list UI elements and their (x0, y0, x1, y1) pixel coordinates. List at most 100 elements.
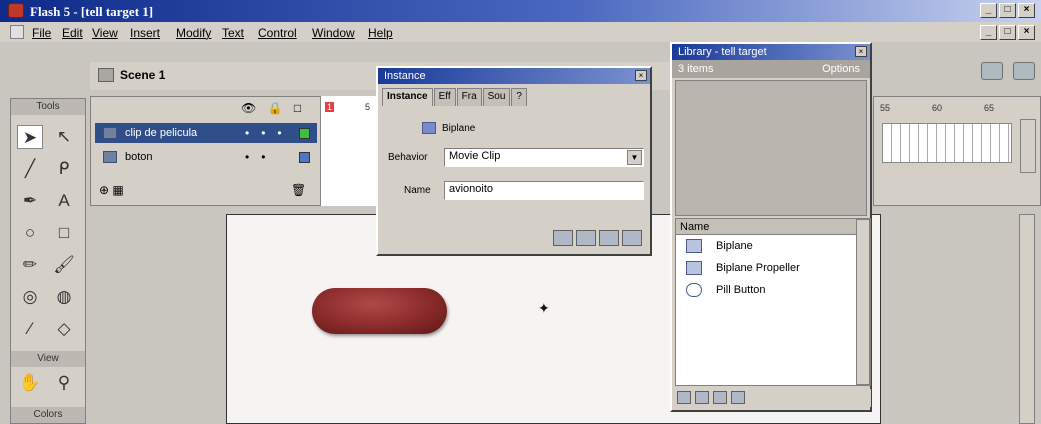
ruler-label: 5 (365, 102, 371, 112)
eraser-tool-icon[interactable]: ◇ (51, 317, 77, 341)
new-symbol-icon[interactable] (677, 391, 691, 404)
delete-layer-icon[interactable]: 🗑 (291, 183, 306, 197)
item-count: 3 items (678, 63, 714, 75)
lasso-tool-icon[interactable]: ᑭ (51, 157, 77, 181)
new-folder-icon[interactable] (695, 391, 709, 404)
dropper-tool-icon[interactable]: ⁄ (17, 317, 43, 341)
close-icon[interactable]: × (855, 46, 867, 57)
tab-effect[interactable]: Eff (433, 88, 456, 106)
library-preview (675, 80, 867, 216)
add-layer-icon[interactable]: ⊕ ▦ (99, 183, 124, 197)
menu-modify[interactable]: Modify (176, 26, 211, 40)
layer-toggles[interactable]: •• (245, 150, 277, 164)
layer-color-swatch[interactable] (299, 152, 310, 163)
library-panel: Library - tell target × 3 items Options … (670, 42, 872, 412)
layer-visibility-icons[interactable]: 👁 🔒 □ (241, 101, 305, 115)
playhead[interactable]: 1 (325, 102, 335, 112)
arrow-tool-icon[interactable]: ➤ (17, 125, 43, 149)
menu-text[interactable]: Text (222, 26, 244, 40)
layer-icon (103, 127, 117, 139)
edit-actions-icon[interactable] (576, 230, 596, 246)
subselect-tool-icon[interactable]: ↖ (51, 125, 77, 149)
rectangle-tool-icon[interactable]: □ (51, 221, 77, 245)
tools-header: Tools (11, 99, 85, 115)
timeline-scrollbar[interactable] (1020, 119, 1036, 173)
edit-symbols-icon[interactable] (981, 62, 1003, 80)
close-icon[interactable]: × (635, 70, 647, 81)
menu-bar: File Edit View Insert Modify Text Contro… (0, 22, 1041, 42)
minimize-button[interactable]: _ (980, 3, 997, 18)
doc-close-button[interactable]: × (1018, 25, 1035, 40)
layer-color-swatch[interactable] (299, 128, 310, 139)
frames-right[interactable]: 55 60 65 (873, 96, 1041, 206)
graphic-icon (686, 261, 702, 275)
layer-row[interactable]: boton •• (95, 147, 317, 167)
menu-file[interactable]: File (32, 26, 51, 40)
pen-tool-icon[interactable]: ✒ (17, 189, 43, 213)
properties-icon[interactable] (713, 391, 727, 404)
edit-symbol-icon[interactable] (622, 230, 642, 246)
line-tool-icon[interactable]: ╱ (17, 157, 43, 181)
frames-area[interactable]: 1 5 (320, 96, 380, 206)
tab-sound[interactable]: Sou (482, 88, 511, 106)
zoom-tool-icon[interactable]: ⚲ (51, 371, 77, 395)
ruler-label: 55 (880, 103, 891, 113)
menu-insert[interactable]: Insert (130, 26, 160, 40)
tab-instance[interactable]: Instance (382, 88, 433, 106)
list-item-label: Pill Button (716, 284, 766, 296)
frame-cells[interactable] (882, 123, 1012, 163)
layer-row[interactable]: clip de pelicula ••• (95, 123, 317, 143)
oval-tool-icon[interactable]: ○ (17, 221, 43, 245)
stage-scrollbar[interactable] (1019, 214, 1035, 424)
list-item[interactable]: Pill Button (676, 279, 870, 301)
list-item-label: Biplane (716, 240, 753, 252)
duplicate-symbol-icon[interactable] (599, 230, 619, 246)
button-icon (686, 283, 702, 297)
delete-icon[interactable] (731, 391, 745, 404)
menu-window[interactable]: Window (312, 26, 355, 40)
tab-frame[interactable]: Fra (456, 88, 482, 106)
ruler-label: 65 (984, 103, 995, 113)
instance-name-value: avionoito (449, 183, 494, 195)
symbol-icon (422, 122, 436, 134)
pencil-tool-icon[interactable]: ✏ (17, 253, 43, 277)
behavior-select[interactable]: Movie Clip ▼ (444, 148, 644, 167)
list-item[interactable]: Biplane Propeller (676, 257, 870, 279)
library-header: 3 items Options (672, 60, 870, 78)
doc-maximize-button[interactable]: □ (999, 25, 1016, 40)
maximize-button[interactable]: □ (999, 3, 1016, 18)
hand-tool-icon[interactable]: ✋ (17, 371, 43, 395)
movie-clip-icon (686, 239, 702, 253)
title-bar: Flash 5 - [tell target 1] _ □ × (0, 0, 1041, 22)
tab-help[interactable]: ? (511, 88, 527, 106)
instance-panel-title: Instance × (378, 68, 650, 84)
instance-name-field[interactable]: avionoito (444, 181, 644, 200)
chevron-down-icon[interactable]: ▼ (627, 150, 642, 165)
layer-name: clip de pelicula (125, 127, 198, 139)
menu-view[interactable]: View (92, 26, 118, 40)
library-panel-title: Library - tell target × (672, 44, 870, 60)
ruler-label: 60 (932, 103, 943, 113)
edit-scene-icon[interactable] (1013, 62, 1035, 80)
doc-minimize-button[interactable]: _ (980, 25, 997, 40)
swap-symbol-icon[interactable] (553, 230, 573, 246)
behavior-label: Behavior (388, 152, 428, 163)
name-column-header[interactable]: Name (676, 219, 870, 235)
brush-tool-icon[interactable]: 🖌 (51, 253, 77, 277)
options-menu[interactable]: Options (822, 63, 860, 75)
ink-bottle-tool-icon[interactable]: ◎ (17, 285, 43, 309)
cursor-icon: ✦ (538, 300, 550, 316)
menu-edit[interactable]: Edit (62, 26, 83, 40)
name-label: Name (404, 185, 431, 196)
menu-help[interactable]: Help (368, 26, 393, 40)
paint-bucket-tool-icon[interactable]: ◍ (51, 285, 77, 309)
list-item[interactable]: Biplane (676, 235, 870, 257)
library-scrollbar[interactable] (856, 219, 870, 385)
menu-control[interactable]: Control (258, 26, 297, 40)
text-tool-icon[interactable]: A (51, 189, 77, 213)
pill-button-instance[interactable] (312, 288, 447, 334)
document-icon[interactable] (10, 25, 24, 39)
close-button[interactable]: × (1018, 3, 1035, 18)
colors-header: Colors (11, 407, 85, 423)
layer-toggles[interactable]: ••• (245, 126, 294, 140)
